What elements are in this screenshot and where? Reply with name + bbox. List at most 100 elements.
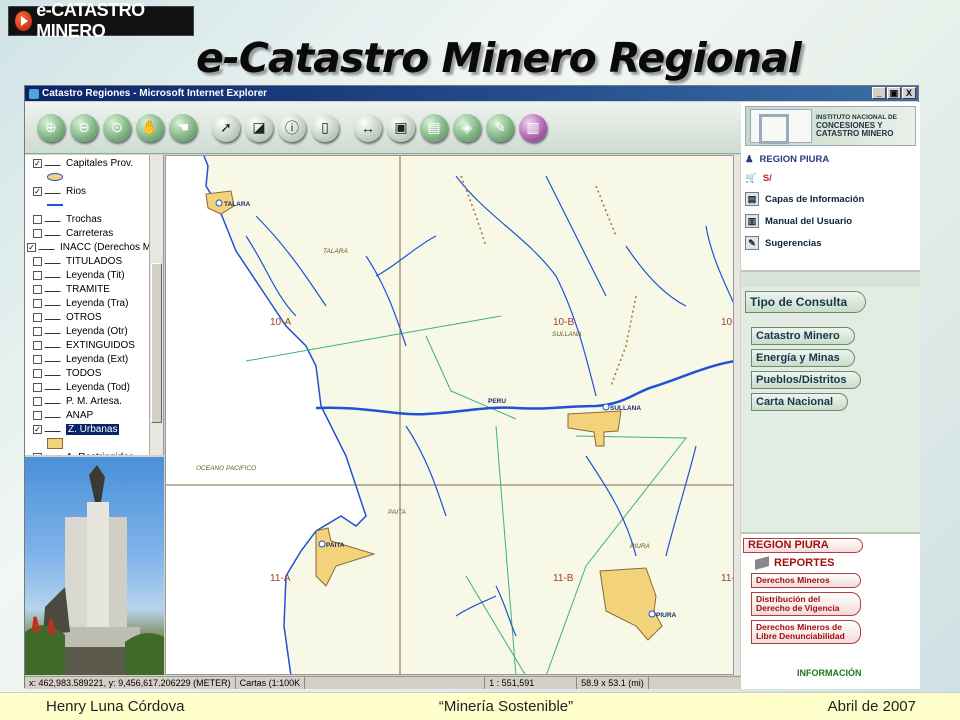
- layers-icon[interactable]: ◈: [453, 113, 481, 142]
- layer-item[interactable]: Leyenda (Otr): [33, 324, 163, 338]
- map-scrollbar[interactable]: [734, 155, 740, 675]
- layer-item[interactable]: ✓ Rios: [33, 184, 163, 198]
- layer-icon: [44, 370, 64, 376]
- layer-item[interactable]: EXTINGUIDOS: [33, 338, 163, 352]
- layer-checkbox[interactable]: [33, 284, 42, 294]
- measure-icon[interactable]: ↔: [354, 113, 382, 142]
- layer-item[interactable]: Leyenda (Tra): [33, 296, 163, 310]
- place-paita-district: PAITA: [388, 509, 406, 516]
- layer-item[interactable]: Leyenda (Tit): [33, 268, 163, 282]
- layer-checkbox[interactable]: [33, 452, 42, 455]
- reportes-icon: [755, 556, 769, 570]
- right-panel: INSTITUTO NACIONAL DE CONCESIONES Y CATA…: [741, 102, 920, 689]
- maximize-button[interactable]: ▣: [887, 87, 901, 99]
- layer-item[interactable]: P. M. Artesa.: [33, 394, 163, 408]
- layer-checkbox[interactable]: [33, 410, 42, 420]
- layer-item[interactable]: ✓ INACC (Derechos M: [27, 240, 163, 254]
- btn-distribucion-vigencia[interactable]: Distribución del Derecho de Vigencia: [751, 592, 861, 616]
- info-label[interactable]: INFORMACIÓN: [797, 668, 862, 678]
- pan-map-icon[interactable]: ✋: [136, 113, 164, 142]
- layer-icon: [44, 384, 64, 390]
- region-indicator: ♟ REGION PIURA: [745, 154, 916, 165]
- btn-pueblos-distritos[interactable]: Pueblos/Distritos: [751, 371, 862, 389]
- slide-title: e-Catastro Minero Regional: [196, 34, 802, 82]
- help-book-icon[interactable]: ▥: [519, 113, 547, 142]
- link-sugerencias[interactable]: ✎ Sugerencias: [745, 236, 916, 250]
- layer-item[interactable]: Carreteras: [33, 226, 163, 240]
- layer-checkbox[interactable]: [33, 270, 42, 280]
- eraser-icon[interactable]: ◪: [245, 113, 273, 142]
- ocean-label: OCEANO PACIFICO: [196, 465, 256, 472]
- print-icon[interactable]: ▤: [420, 113, 448, 142]
- info-icon[interactable]: ⓘ: [278, 113, 306, 142]
- layer-icon: [44, 398, 64, 404]
- layer-icon: [44, 160, 64, 166]
- layer-checkbox[interactable]: [33, 312, 42, 322]
- layer-label: Leyenda (Tra): [66, 297, 129, 309]
- layer-item[interactable]: ✓ Z. Urbanas: [33, 422, 163, 436]
- layer-checkbox[interactable]: ✓: [27, 242, 36, 252]
- layer-checkbox[interactable]: [33, 368, 42, 378]
- layer-checkbox[interactable]: [33, 382, 42, 392]
- inacc-mark-icon: [750, 109, 812, 144]
- layer-label: Capitales Prov.: [66, 157, 134, 169]
- close-button[interactable]: X: [902, 87, 916, 99]
- btn-catastro-minero[interactable]: Catastro Minero: [751, 327, 855, 345]
- hand-pan-icon[interactable]: ☚: [169, 113, 197, 142]
- place-paita: PAITA: [326, 542, 345, 549]
- layer-checkbox[interactable]: [33, 298, 42, 308]
- zoom-full-icon[interactable]: ⊙: [103, 113, 131, 142]
- slide-footer: Henry Luna Córdova “Minería Sostenible” …: [0, 692, 960, 720]
- select-arrow-icon[interactable]: ➚: [212, 113, 240, 142]
- map-view[interactable]: 10-A 10-B 10- 11-A 11-B 11- TALARA SULLA…: [165, 155, 734, 675]
- grid-label-11a: 11-A: [270, 573, 291, 584]
- layer-icon: [44, 230, 64, 236]
- layer-checkbox[interactable]: ✓: [33, 186, 42, 196]
- zoom-out-icon[interactable]: ⊖: [70, 113, 98, 142]
- layer-icon: [44, 426, 64, 432]
- cart-indicator[interactable]: 🛒 S/: [745, 173, 916, 184]
- btn-carta-nacional[interactable]: Carta Nacional: [751, 393, 849, 411]
- btn-energia-minas[interactable]: Energía y Minas: [751, 349, 855, 367]
- layer-checkbox[interactable]: [33, 214, 42, 224]
- btn-derechos-mineros[interactable]: Derechos Mineros: [751, 573, 861, 588]
- layer-item[interactable]: ✓ Capitales Prov.: [33, 156, 163, 170]
- layer-checkbox[interactable]: [33, 326, 42, 336]
- layer-item[interactable]: TODOS: [33, 366, 163, 380]
- layer-label: OTROS: [66, 311, 102, 323]
- document-icon[interactable]: ▯: [311, 113, 339, 142]
- layer-item[interactable]: TITULADOS: [33, 254, 163, 268]
- inacc-logo: INSTITUTO NACIONAL DE CONCESIONES Y CATA…: [745, 106, 916, 146]
- layer-icon: [44, 286, 64, 292]
- layer-scrollbar[interactable]: [149, 155, 163, 455]
- layer-checkbox[interactable]: [33, 228, 42, 238]
- layer-item[interactable]: TRAMITE: [33, 282, 163, 296]
- layer-item[interactable]: OTROS: [33, 310, 163, 324]
- minimize-button[interactable]: _: [872, 87, 886, 99]
- layer-label: Leyenda (Tod): [66, 381, 130, 393]
- layer-checkbox[interactable]: [33, 256, 42, 266]
- layer-label: TRAMITE: [66, 283, 110, 295]
- btn-libre-denunciabilidad[interactable]: Derechos Mineros de Libre Denunciabilida…: [751, 620, 861, 644]
- link-manual[interactable]: ▥ Manual del Usuario: [745, 214, 916, 228]
- tools-icon[interactable]: ✎: [486, 113, 514, 142]
- status-bar: x: 462,983.589221, y: 9,456,617.206229 (…: [25, 676, 741, 689]
- zoom-in-icon[interactable]: ⊕: [37, 113, 65, 142]
- layer-item[interactable]: Leyenda (Tod): [33, 380, 163, 394]
- layer-checkbox[interactable]: [33, 354, 42, 364]
- btn-region-piura[interactable]: REGION PIURA: [743, 538, 863, 553]
- layer-item[interactable]: Leyenda (Ext): [33, 352, 163, 366]
- layer-item[interactable]: A. Restringidas: [33, 450, 163, 455]
- layer-checkbox[interactable]: [33, 340, 42, 350]
- layer-label: Leyenda (Ext): [66, 353, 129, 365]
- layer-item[interactable]: ANAP: [33, 408, 163, 422]
- layer-checkbox[interactable]: ✓: [33, 424, 42, 434]
- layer-label: P. M. Artesa.: [66, 395, 122, 407]
- save-icon[interactable]: ▣: [387, 113, 415, 142]
- layer-label: EXTINGUIDOS: [66, 339, 135, 351]
- layer-checkbox[interactable]: ✓: [33, 158, 42, 168]
- link-capas[interactable]: ▤ Capas de Información: [745, 192, 916, 206]
- suggest-icon: ✎: [745, 236, 759, 250]
- layer-item[interactable]: Trochas: [33, 212, 163, 226]
- layer-checkbox[interactable]: [33, 396, 42, 406]
